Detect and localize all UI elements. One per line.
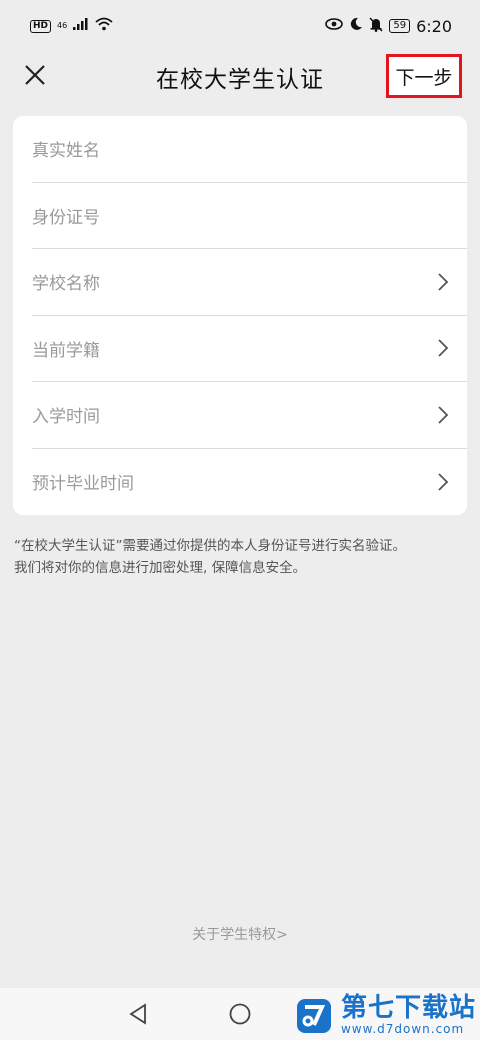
page-title: 在校大学生认证 <box>156 67 324 93</box>
status-left: HD 46 <box>30 17 113 35</box>
close-icon <box>25 65 45 85</box>
about-student-privileges-link[interactable]: 关于学生特权> <box>0 924 480 944</box>
moon-icon <box>349 17 363 35</box>
id-number-field[interactable]: 身份证号 <box>32 183 467 249</box>
row-label: 入学时间 <box>32 407 100 428</box>
clock: 6:20 <box>416 16 452 36</box>
status-right: 59 6:20 <box>325 17 452 36</box>
watermark-logo-icon <box>296 999 331 1033</box>
watermark-text: 第七下载站 www.d7down.com <box>341 995 476 1035</box>
row-label: 身份证号 <box>32 207 100 228</box>
network-label: 46 <box>57 21 68 30</box>
school-name-row[interactable]: 学校名称 <box>32 249 467 316</box>
back-triangle-icon <box>129 1003 146 1025</box>
real-name-field[interactable]: 真实姓名 <box>32 116 467 183</box>
notice-line-2: 我们将对你的信息进行加密处理, 保障信息安全。 <box>14 560 307 576</box>
bell-muted-icon <box>369 16 383 36</box>
status-bar: HD 46 59 6:20 <box>0 0 480 52</box>
enrollment-date-row[interactable]: 入学时间 <box>32 382 467 449</box>
nav-bar: 在校大学生认证 下一步 <box>0 52 480 102</box>
chevron-right-icon <box>438 406 449 424</box>
row-label: 学校名称 <box>32 274 100 295</box>
network-type: 46 <box>57 22 67 30</box>
graduation-date-row[interactable]: 预计毕业时间 <box>32 449 467 516</box>
watermark-url: www.d7down.com <box>340 1022 465 1036</box>
notice-line-1: “在校大学生认证”需要通过你提供的本人身份证号进行实名验证。 <box>14 538 406 554</box>
battery-indicator: 59 <box>389 19 411 33</box>
chevron-right-icon <box>438 339 449 357</box>
enrollment-status-row[interactable]: 当前学籍 <box>32 316 467 382</box>
chevron-right-icon <box>438 273 449 291</box>
chevron-right-icon <box>438 473 449 491</box>
row-label: 真实姓名 <box>32 141 100 162</box>
row-label: 当前学籍 <box>32 340 100 361</box>
hd-badge: HD <box>30 19 52 33</box>
wifi-icon <box>95 17 113 35</box>
home-button[interactable] <box>226 1000 254 1028</box>
verification-form: 真实姓名 身份证号 学校名称 当前学籍 入学时间 预计毕业时间 <box>13 116 467 515</box>
eye-icon <box>325 18 344 34</box>
watermark-name: 第七下载站 <box>340 993 476 1023</box>
watermark: 第七下载站 www.d7down.com <box>295 992 476 1038</box>
signal-icon <box>73 18 89 34</box>
back-button[interactable] <box>124 1000 152 1028</box>
home-circle-icon <box>229 1003 251 1025</box>
close-button[interactable] <box>18 58 52 92</box>
privacy-notice: “在校大学生认证”需要通过你提供的本人身份证号进行实名验证。 我们将对你的信息进… <box>14 535 470 579</box>
row-label: 预计毕业时间 <box>32 474 134 495</box>
next-step-button[interactable]: 下一步 <box>386 54 462 98</box>
